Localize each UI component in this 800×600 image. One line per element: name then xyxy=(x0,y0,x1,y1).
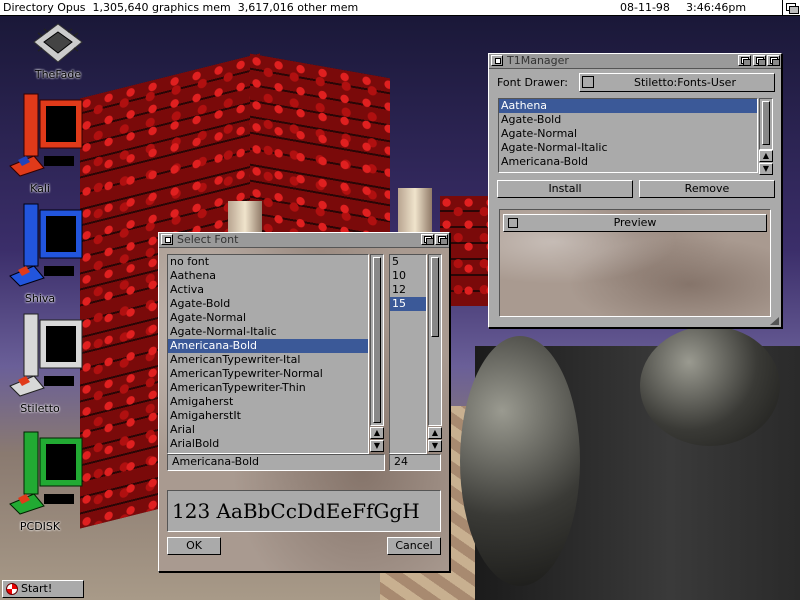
t1-scrollbar[interactable] xyxy=(759,98,773,150)
t1-font-list[interactable]: Aathena Agate-Bold Agate-Normal Agate-Norma… xyxy=(498,98,758,173)
select-font-title: Select Font xyxy=(177,233,239,246)
computer-icon xyxy=(9,203,83,287)
desktop-icon-label: Kali xyxy=(30,182,50,195)
desktop-icon-stiletto[interactable]: Stiletto xyxy=(4,310,83,415)
font-size-list-item[interactable]: 5 xyxy=(390,255,426,269)
font-name-list-item[interactable]: Aathena xyxy=(168,269,368,283)
font-name-list-item[interactable]: AmericanTypewriter-Ital xyxy=(168,353,368,367)
close-icon[interactable] xyxy=(491,55,503,66)
font-name-list-item[interactable]: Americana-Bold xyxy=(168,339,368,353)
font-size-list-item[interactable]: 15 xyxy=(390,297,426,311)
font-name-list-item[interactable]: Agate-Normal xyxy=(168,311,368,325)
font-name-list-item[interactable]: Agate-Normal-Italic xyxy=(168,325,368,339)
desktop-icon-thefade[interactable]: TheFade xyxy=(22,22,94,81)
font-name-list-item[interactable]: no font xyxy=(168,255,368,269)
font-name-list[interactable]: no font Aathena Activa Agate-Bold Agate-Norm… xyxy=(167,254,369,454)
close-icon[interactable] xyxy=(161,234,173,245)
font-sample-text: 123 AaBbCcDdEeFfGgH xyxy=(172,499,420,523)
scroll-down-icon[interactable]: ▼ xyxy=(759,163,773,175)
screen-date: 08-11-98 xyxy=(620,1,670,14)
t1-font-list-item[interactable]: Agate-Bold xyxy=(499,113,757,127)
screen-depth-gadget[interactable] xyxy=(782,0,800,15)
desktop-icon-shiva[interactable]: Shiva xyxy=(4,200,83,305)
desktop-icon-label: PCDISK xyxy=(19,520,61,533)
t1manager-titlebar[interactable]: T1Manager xyxy=(489,54,781,69)
t1manager-window[interactable]: T1Manager Font Drawer: Stiletto:Fonts-Us… xyxy=(488,53,782,328)
cancel-button[interactable]: Cancel xyxy=(387,537,441,555)
font-name-field[interactable]: Americana-Bold xyxy=(167,454,385,471)
computer-icon xyxy=(9,93,83,177)
font-name-scrollbar[interactable] xyxy=(370,254,384,426)
desktop-icon-kali[interactable]: Kali xyxy=(4,90,83,195)
scroll-up-icon[interactable]: ▲ xyxy=(370,427,384,439)
font-size-list-item[interactable]: 10 xyxy=(390,269,426,283)
font-name-list-item[interactable]: Amigaherst xyxy=(168,395,368,409)
screen-title: Directory Opus 1,305,640 graphics mem 3,… xyxy=(3,1,359,14)
scroll-up-icon[interactable]: ▲ xyxy=(428,427,442,439)
desktop-icon-label: Shiva xyxy=(24,292,56,305)
zoom-icon[interactable] xyxy=(738,55,751,66)
popup-icon xyxy=(582,76,594,88)
scroll-down-icon[interactable]: ▼ xyxy=(370,440,384,452)
font-name-list-item[interactable]: AmericanTypewriter-Thin xyxy=(168,381,368,395)
font-size-list-item[interactable]: 12 xyxy=(390,283,426,297)
scrollbar-knob[interactable] xyxy=(431,257,439,337)
font-sample-preview: 123 AaBbCcDdEeFfGgH xyxy=(167,490,441,532)
computer-icon xyxy=(9,431,83,515)
zoom-icon[interactable] xyxy=(421,234,434,245)
scrollbar-knob[interactable] xyxy=(762,101,770,145)
t1-font-list-item[interactable]: Agate-Normal-Italic xyxy=(499,141,757,155)
preview-area: Preview xyxy=(499,209,771,317)
t1-font-list-item[interactable]: Aathena xyxy=(499,99,757,113)
popup-icon xyxy=(508,218,518,228)
boing-ball-icon xyxy=(6,583,18,595)
computer-icon xyxy=(9,313,83,397)
backdrop-sphere xyxy=(460,336,580,586)
desktop-icon-label: TheFade xyxy=(34,68,82,81)
font-name-list-item[interactable]: ArialBold xyxy=(168,437,368,451)
depth-icon[interactable] xyxy=(435,234,448,245)
t1-font-list-item[interactable]: Americana-Bold xyxy=(499,155,757,169)
font-name-list-item[interactable]: Activa xyxy=(168,283,368,297)
depth-icon[interactable] xyxy=(767,55,780,66)
select-font-titlebar[interactable]: Select Font xyxy=(159,233,449,248)
desktop-icon-pcdisk[interactable]: PCDISK xyxy=(4,428,83,533)
screen-time: 3:46:46pm xyxy=(686,1,747,14)
preview-label: Preview xyxy=(613,216,657,229)
font-name-list-item[interactable]: AmericanTypewriter-Normal xyxy=(168,367,368,381)
font-drawer-button[interactable]: Stiletto:Fonts-User xyxy=(579,73,775,92)
depth-icon[interactable] xyxy=(753,55,766,66)
ok-button[interactable]: OK xyxy=(167,537,221,555)
resize-icon[interactable] xyxy=(768,316,780,326)
scroll-up-icon[interactable]: ▲ xyxy=(759,150,773,162)
preview-button[interactable]: Preview xyxy=(503,214,767,232)
t1-font-list-item[interactable]: Agate-Normal xyxy=(499,127,757,141)
font-size-scrollbar[interactable] xyxy=(428,254,442,426)
chip-icon xyxy=(33,23,83,63)
remove-button[interactable]: Remove xyxy=(639,180,775,198)
font-name-list-item[interactable]: AmigaherstIt xyxy=(168,409,368,423)
backdrop-sphere xyxy=(640,326,780,446)
screen-title-bar: Directory Opus 1,305,640 graphics mem 3,… xyxy=(0,0,800,16)
font-drawer-value: Stiletto:Fonts-User xyxy=(634,76,736,89)
select-font-window[interactable]: Select Font no font Aathena Activa Agate-Bo… xyxy=(158,232,450,572)
font-drawer-label: Font Drawer: xyxy=(497,76,568,89)
desktop-icon-label: Stiletto xyxy=(20,402,60,415)
font-size-field[interactable]: 24 xyxy=(389,454,441,471)
font-size-list[interactable]: 5 10 12 15 xyxy=(389,254,427,454)
start-button[interactable]: Start! xyxy=(2,580,84,598)
scrollbar-knob[interactable] xyxy=(373,257,381,423)
t1manager-title: T1Manager xyxy=(507,54,569,67)
font-name-list-item[interactable]: Agate-Bold xyxy=(168,297,368,311)
scroll-down-icon[interactable]: ▼ xyxy=(428,440,442,452)
install-button[interactable]: Install xyxy=(497,180,633,198)
font-name-list-item[interactable]: Arial xyxy=(168,423,368,437)
start-label: Start! xyxy=(21,582,53,595)
